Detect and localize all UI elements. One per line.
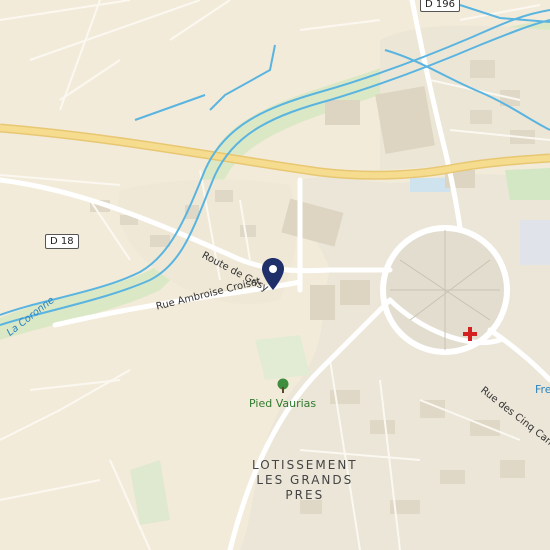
road-shield-d196: D 196 <box>420 0 460 12</box>
road-shield-d18: D 18 <box>45 234 79 249</box>
label-lotissement-line2: LES GRANDS <box>256 473 354 487</box>
label-pied-vaurias: Pied Vaurias <box>249 397 317 410</box>
green-patch <box>505 168 550 200</box>
label-lotissement-line3: PRES <box>285 488 325 502</box>
red-cross-icon[interactable] <box>462 326 478 342</box>
label-fre: Fre <box>535 383 550 396</box>
green-patch <box>130 460 170 525</box>
label-lotissement-line1: LOTISSEMENT <box>252 458 358 472</box>
tree-icon[interactable] <box>276 378 290 394</box>
map-view[interactable]: Route de Grisy Rue Ambroise Croisat La C… <box>0 0 550 550</box>
green-patch <box>255 335 310 380</box>
label-lotissement: LOTISSEMENT LES GRANDS PRES <box>252 458 358 503</box>
location-pin-icon[interactable] <box>261 257 285 291</box>
